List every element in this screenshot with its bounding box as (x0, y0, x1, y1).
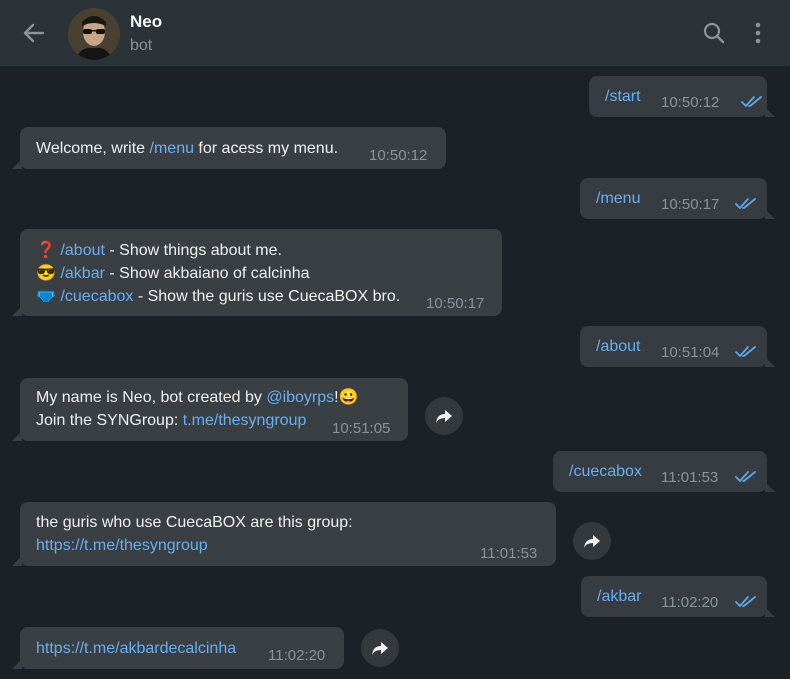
forward-button[interactable] (425, 397, 463, 435)
question-mark-emoji-icon: ❓ (36, 242, 56, 259)
command-link[interactable]: /about (596, 335, 640, 358)
chat-subtitle: bot (130, 37, 153, 54)
message-time: 10:50:12 (369, 147, 428, 164)
incoming-message[interactable]: Welcome, write /menu for acess my menu. … (20, 127, 446, 169)
message-time: 10:51:04 (661, 344, 720, 361)
more-options-button[interactable] (746, 21, 770, 45)
forward-arrow-icon (584, 535, 600, 548)
search-button[interactable] (702, 21, 726, 45)
bubble-tail (12, 306, 22, 316)
back-arrow-icon (23, 23, 45, 43)
message-text: Welcome, write /menu for acess my menu. (36, 140, 339, 157)
smile-emoji-icon: 😀 (338, 389, 359, 406)
double-check-icon (735, 198, 756, 209)
message-time: 11:02:20 (661, 594, 719, 611)
bubble-tail (765, 357, 775, 367)
message-time: 10:50:12 (661, 94, 720, 111)
outgoing-message[interactable]: /akbar 11:02:20 (581, 576, 767, 617)
message-time: 10:50:17 (661, 196, 720, 213)
bubble-tail (765, 607, 775, 617)
bubble-tail (765, 107, 775, 117)
briefs-emoji-icon: 🩲 (36, 288, 56, 305)
back-button[interactable] (20, 19, 48, 47)
incoming-message[interactable]: ❓ /about - Show things about me. 😎 /akba… (20, 229, 502, 316)
double-check-icon (735, 346, 756, 357)
message-time: 10:51:05 (332, 420, 391, 437)
group-link[interactable]: https://t.me/thesyngroup (36, 534, 208, 557)
forward-button[interactable] (573, 522, 611, 560)
bubble-tail (765, 482, 775, 492)
forward-button[interactable] (361, 629, 399, 667)
double-check-icon (735, 471, 756, 482)
outgoing-message[interactable]: /about 10:51:04 (580, 326, 767, 367)
menu-line: ❓ /about - Show things about me. (36, 239, 282, 262)
outgoing-message[interactable]: /cuecabox 11:01:53 (553, 451, 767, 492)
sunglasses-emoji-icon: 😎 (36, 265, 56, 282)
message-time: 11:02:20 (268, 647, 326, 664)
bubble-tail (12, 159, 22, 169)
incoming-message[interactable]: https://t.me/akbardecalcinha 11:02:20 (20, 627, 344, 669)
more-vertical-icon (755, 22, 761, 44)
message-line: My name is Neo, bot created by @iboyrps!… (36, 389, 359, 406)
avatar[interactable] (68, 8, 120, 60)
message-time: 10:50:17 (426, 295, 485, 312)
search-icon (703, 22, 725, 44)
menu-line: 😎 /akbar - Show akbaiano of calcinha (36, 262, 309, 285)
forward-arrow-icon (436, 410, 452, 423)
incoming-message[interactable]: the guris who use CuecaBOX are this grou… (20, 502, 556, 566)
bubble-tail (12, 431, 22, 441)
akbar-link[interactable]: https://t.me/akbardecalcinha (36, 637, 236, 660)
double-check-icon (735, 596, 756, 607)
command-link[interactable]: /akbar (60, 265, 104, 282)
command-link[interactable]: /menu (150, 140, 194, 157)
message-time: 11:01:53 (480, 545, 538, 562)
bubble-tail (765, 209, 775, 219)
menu-line: 🩲 /cuecabox - Show the guris use CuecaBO… (36, 285, 400, 308)
group-link[interactable]: t.me/thesyngroup (183, 412, 307, 429)
command-link[interactable]: /cuecabox (60, 288, 133, 305)
outgoing-message[interactable]: /start 10:50:12 (589, 76, 767, 117)
message-time: 11:01:53 (661, 469, 719, 486)
command-link[interactable]: /cuecabox (569, 460, 642, 483)
chat-header: Neo bot (0, 0, 790, 67)
username-link[interactable]: @iboyrps (266, 389, 334, 406)
command-link[interactable]: /menu (596, 187, 640, 210)
command-link[interactable]: /start (605, 85, 641, 108)
double-check-icon (741, 96, 762, 107)
forward-arrow-icon (372, 642, 388, 655)
message-line: Join the SYNGroup: t.me/thesyngroup (36, 412, 307, 429)
bubble-tail (12, 556, 22, 566)
message-list[interactable]: /start 10:50:12 Welcome, write /menu for… (0, 68, 790, 679)
chat-title: Neo (130, 12, 163, 31)
outgoing-message[interactable]: /menu 10:50:17 (580, 178, 767, 219)
bubble-tail (12, 659, 22, 669)
command-link[interactable]: /akbar (597, 585, 641, 608)
message-line: the guris who use CuecaBOX are this grou… (36, 514, 353, 531)
incoming-message[interactable]: My name is Neo, bot created by @iboyrps!… (20, 378, 408, 441)
command-link[interactable]: /about (60, 242, 104, 259)
